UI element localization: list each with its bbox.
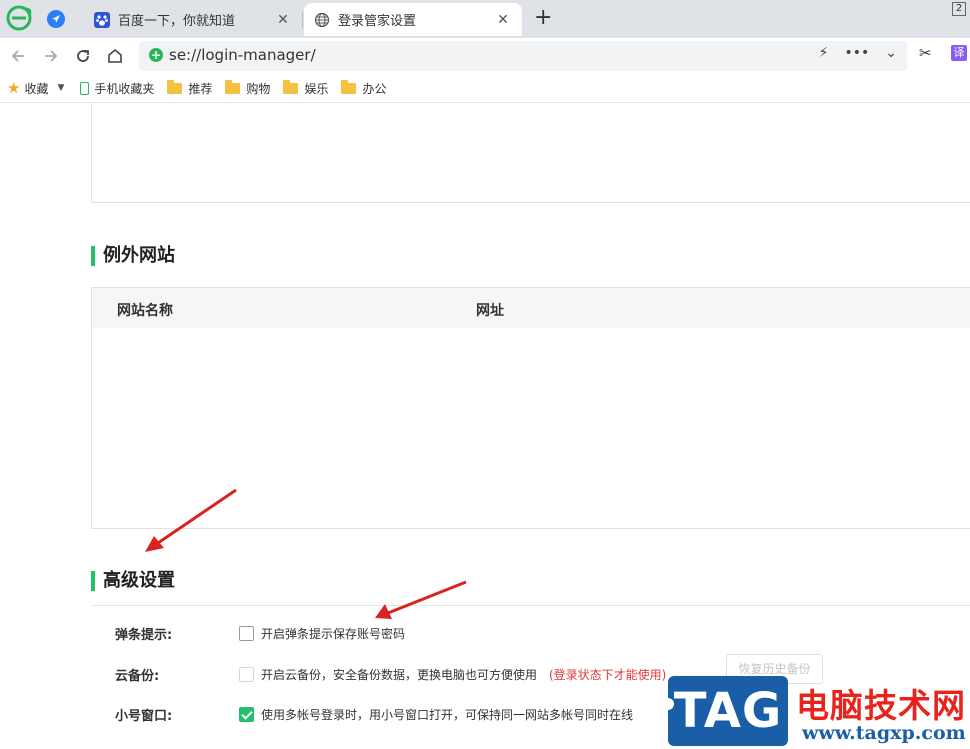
folder-icon xyxy=(225,79,241,94)
arrow-left-icon xyxy=(11,50,24,62)
setting-description[interactable]: 开启弹条提示保存账号密码 xyxy=(261,625,405,642)
favorites-label: 收藏 xyxy=(24,81,49,96)
setting-label: 弹条提示: xyxy=(115,627,173,643)
bookmark-folder-recommend[interactable]: 推荐 xyxy=(167,79,213,97)
table-header: 网站名称 网址 xyxy=(92,288,970,328)
phone-icon xyxy=(80,81,90,95)
column-url: 网址 xyxy=(476,303,504,319)
login-required-note: (登录状态下才能使用) xyxy=(549,667,667,682)
bookmark-mobile[interactable]: 手机收藏夹 xyxy=(80,80,154,97)
exceptions-section-title: 例外网站 xyxy=(91,246,175,266)
settings-content: 例外网站 网站名称 网址 高级设置 弹条提示: 开启弹条提示保存账号密码 云备份… xyxy=(0,102,970,749)
favorites-dropdown[interactable]: ▼ xyxy=(57,83,67,93)
tab-login-manager[interactable]: 登录管家设置 ✕ xyxy=(304,3,522,36)
address-bar[interactable]: + se://login-manager/ ⚡ ••• ⌄ xyxy=(139,41,907,71)
secure-plus-icon[interactable]: + xyxy=(149,48,163,62)
bookmark-folder-shopping[interactable]: 购物 xyxy=(225,79,271,97)
back-button[interactable] xyxy=(4,42,32,70)
column-site-name: 网站名称 xyxy=(117,303,173,319)
popup-checkbox[interactable] xyxy=(239,625,254,641)
bookmark-label: 推荐 xyxy=(188,81,213,96)
setting-popup-row: 弹条提示: 开启弹条提示保存账号密码 xyxy=(91,621,970,645)
folder-icon xyxy=(167,79,183,94)
tab-separator xyxy=(302,12,303,28)
reload-icon xyxy=(77,50,89,62)
forward-button[interactable] xyxy=(37,42,65,70)
close-icon[interactable]: ✕ xyxy=(274,12,292,28)
bookmark-label: 手机收藏夹 xyxy=(94,81,155,96)
folder-icon xyxy=(283,79,299,94)
site-watermark: TAG 电脑技术网 www.tagxp.com xyxy=(662,676,970,749)
scissors-icon[interactable]: ✂ xyxy=(919,44,932,62)
small-window-checkbox[interactable] xyxy=(239,706,254,722)
favorites-menu[interactable]: ★ 收藏 xyxy=(7,79,48,97)
setting-description: 开启云备份，安全备份数据，更换电脑也可方便使用 xyxy=(261,667,538,682)
watermark-tag-logo: TAG xyxy=(662,676,788,746)
bookmark-folder-entertainment[interactable]: 娱乐 xyxy=(283,79,329,97)
folder-icon xyxy=(341,79,357,94)
bookmark-folder-office[interactable]: 办公 xyxy=(341,79,387,97)
bookmark-label: 办公 xyxy=(362,81,387,96)
tab-count-badge[interactable]: 2 xyxy=(952,2,966,16)
address-url[interactable]: se://login-manager/ xyxy=(169,46,316,64)
browser-logo-icon[interactable] xyxy=(6,5,32,31)
cloud-backup-checkbox[interactable] xyxy=(239,666,254,682)
exceptions-table: 网站名称 网址 xyxy=(91,287,970,529)
bookmark-label: 娱乐 xyxy=(304,81,329,96)
home-icon xyxy=(108,48,122,63)
toolbar: + se://login-manager/ ⚡ ••• ⌄ ✂ 译 xyxy=(0,38,970,74)
star-icon: ★ xyxy=(7,79,21,97)
new-tab-button[interactable]: + xyxy=(534,5,552,31)
saved-accounts-table-bottom xyxy=(91,102,970,203)
tab-strip: 百度一下，你就知道 ✕ 登录管家设置 ✕ + 2 xyxy=(0,0,970,38)
pinned-tab-icon[interactable] xyxy=(47,10,65,28)
caret-down-icon: ▼ xyxy=(57,83,65,93)
home-button[interactable] xyxy=(101,42,129,70)
more-icon[interactable]: ••• xyxy=(844,45,869,61)
tab-baidu[interactable]: 百度一下，你就知道 ✕ xyxy=(84,3,302,36)
arrow-right-icon xyxy=(45,50,58,62)
watermark-name: 电脑技术网 xyxy=(796,686,966,725)
section-divider xyxy=(91,605,970,606)
globe-icon xyxy=(314,12,330,27)
tab-label: 百度一下，你就知道 xyxy=(118,14,236,29)
chevron-down-icon[interactable]: ⌄ xyxy=(885,45,897,61)
setting-label: 小号窗口: xyxy=(115,708,173,724)
lightning-icon[interactable]: ⚡ xyxy=(819,45,829,61)
bookmark-label: 购物 xyxy=(246,81,271,96)
bookmarks-bar: ★ 收藏 ▼ 手机收藏夹 推荐 购物 娱乐 办公 xyxy=(0,74,970,103)
translate-icon[interactable]: 译 xyxy=(951,45,967,61)
advanced-section-title: 高级设置 xyxy=(91,571,175,591)
reload-button[interactable] xyxy=(69,42,97,70)
watermark-url: www.tagxp.com xyxy=(802,722,966,744)
setting-label: 云备份: xyxy=(115,668,160,684)
close-icon[interactable]: ✕ xyxy=(494,12,512,28)
baidu-paw-icon xyxy=(94,11,110,28)
tab-label: 登录管家设置 xyxy=(338,14,417,29)
setting-description[interactable]: 使用多帐号登录时，用小号窗口打开，可保持同一网站多帐号同时在线 xyxy=(261,706,633,723)
